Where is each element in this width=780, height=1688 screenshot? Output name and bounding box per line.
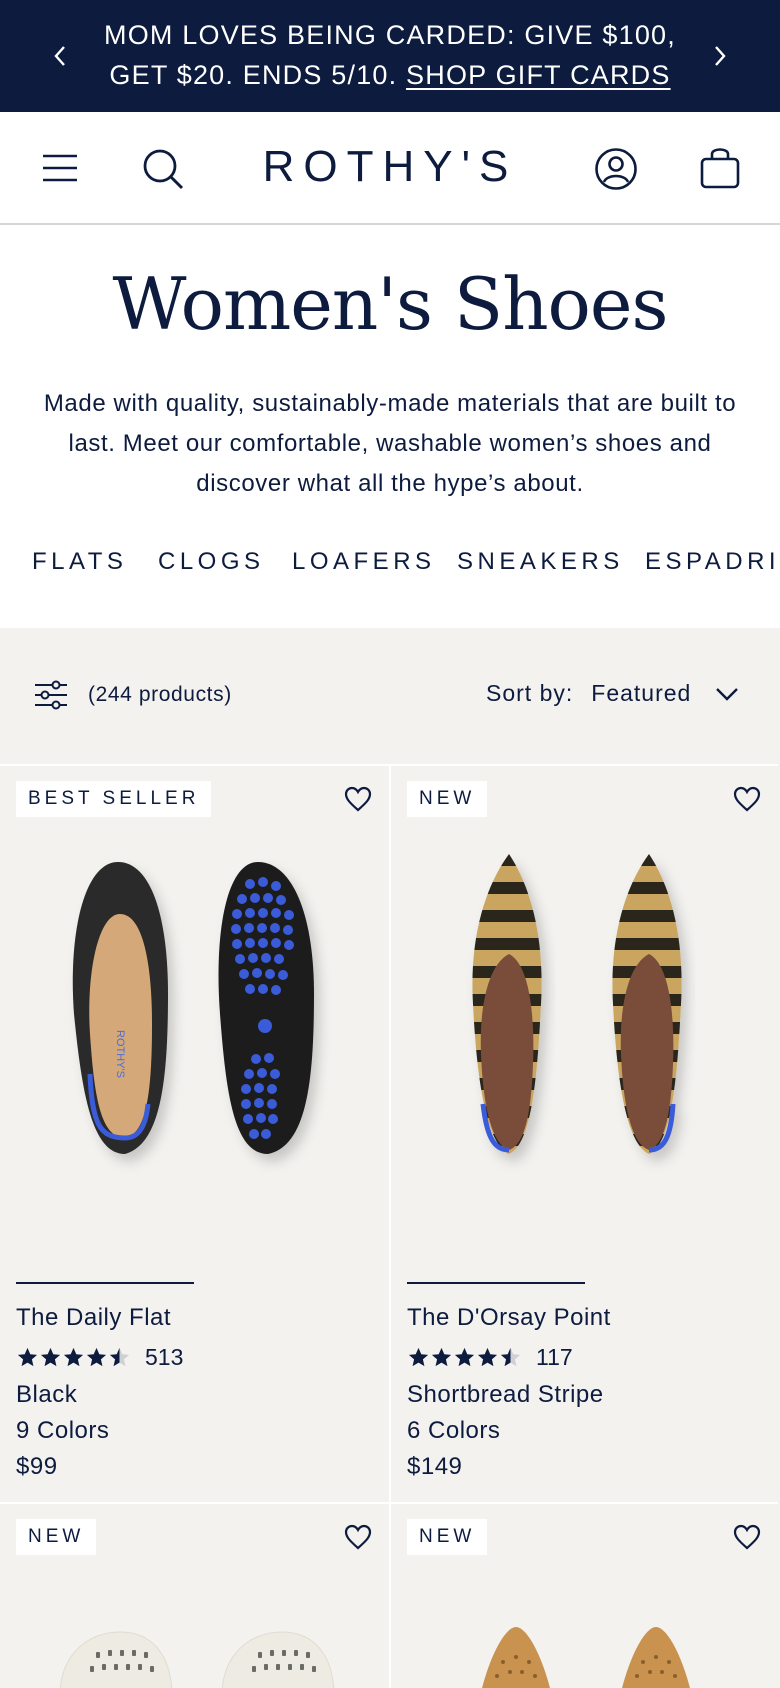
shop-gift-cards-link[interactable]: SHOP GIFT CARDS — [406, 60, 671, 90]
chevron-down-icon — [716, 687, 739, 701]
category-loafers[interactable]: LOAFERS — [292, 548, 436, 576]
product-badge: NEW — [407, 1519, 488, 1555]
search-icon — [143, 149, 184, 190]
card-rule — [16, 1282, 194, 1284]
wishlist-button[interactable] — [732, 784, 762, 814]
category-flats[interactable]: FLATS — [32, 548, 127, 576]
filter-button[interactable]: (244 products) — [34, 680, 232, 710]
site-header: ROTHY'S — [0, 112, 780, 225]
review-count: 513 — [145, 1344, 184, 1370]
account-icon — [595, 148, 637, 190]
search-button[interactable] — [140, 146, 186, 192]
category-espadrilles[interactable]: ESPADRILLES — [645, 548, 780, 576]
star-full-icon — [454, 1347, 475, 1367]
card-rule — [407, 1282, 585, 1284]
star-full-icon — [17, 1347, 38, 1367]
wishlist-button[interactable] — [343, 784, 373, 814]
product-badge: NEW — [407, 781, 488, 817]
card-divider — [0, 764, 389, 766]
product-color: Shortbread Stripe — [407, 1381, 604, 1408]
star-full-icon — [86, 1347, 107, 1367]
svg-text:ROTHY'S: ROTHY'S — [114, 1030, 126, 1078]
wishlist-button[interactable] — [343, 1522, 373, 1552]
filter-sliders-icon — [35, 680, 67, 710]
cart-icon — [700, 148, 740, 189]
product-image: ROTHY'S — [72, 862, 314, 1154]
product-badge: BEST SELLER — [16, 781, 212, 817]
page-title: Women's Shoes — [112, 262, 669, 346]
star-half-icon — [109, 1347, 130, 1367]
brand-logo[interactable]: ROTHY'S — [230, 142, 550, 192]
product-rating: 513 — [16, 1344, 183, 1371]
star-full-icon — [63, 1347, 84, 1367]
category-sneakers[interactable]: SNEAKERS — [457, 548, 624, 576]
star-full-icon — [477, 1347, 498, 1367]
heart-icon — [733, 1524, 761, 1550]
account-button[interactable] — [592, 145, 640, 193]
heart-icon — [344, 1524, 372, 1550]
star-rating — [16, 1346, 131, 1369]
filter-bar: (244 products) Sort by: Featured — [0, 628, 780, 764]
product-price: $99 — [16, 1453, 58, 1480]
product-card[interactable]: NEW — [389, 764, 778, 1502]
product-card[interactable]: NEW — [389, 1502, 778, 1688]
star-full-icon — [431, 1347, 452, 1367]
product-color-count: 9 Colors — [16, 1417, 110, 1444]
sort-label: Sort by: — [486, 680, 574, 706]
card-divider — [391, 1502, 778, 1504]
page-description: Made with quality, sustainably-made mate… — [43, 390, 737, 497]
promo-banner: MOM LOVES BEING CARDED: GIVE $100, GET $… — [0, 0, 780, 112]
star-full-icon — [40, 1347, 61, 1367]
product-card[interactable]: BEST SELLER ROTHY'S The Daily Flat 513 B… — [0, 764, 389, 1502]
cart-button[interactable] — [696, 144, 744, 192]
review-count: 117 — [536, 1344, 573, 1370]
menu-icon — [43, 154, 77, 182]
chevron-right-icon — [715, 46, 726, 66]
product-color-count: 6 Colors — [407, 1417, 501, 1444]
category-nav: FLATS CLOGS LOAFERS SNEAKERS ESPADRILLES — [0, 548, 780, 588]
product-badge: NEW — [16, 1519, 97, 1555]
promo-message: MOM LOVES BEING CARDED: GIVE $100, GET $… — [75, 15, 705, 95]
sort-dropdown[interactable]: Sort by: Featured — [486, 680, 739, 707]
product-name[interactable]: The Daily Flat — [16, 1304, 171, 1332]
product-price: $149 — [407, 1453, 463, 1480]
product-image — [482, 1627, 690, 1688]
product-card[interactable]: NEW — [0, 1502, 389, 1688]
sort-value: Featured — [591, 680, 692, 706]
chevron-left-icon — [54, 46, 65, 66]
heart-icon — [733, 786, 761, 812]
product-listing: (244 products) Sort by: Featured BEST SE… — [0, 628, 780, 1688]
product-image — [472, 854, 682, 1154]
star-half-icon — [500, 1347, 521, 1367]
heart-icon — [344, 786, 372, 812]
menu-button[interactable] — [38, 148, 82, 188]
wishlist-button[interactable] — [732, 1522, 762, 1552]
card-divider — [391, 764, 778, 766]
product-rating: 117 — [407, 1344, 573, 1371]
card-divider — [0, 1502, 389, 1504]
star-rating — [407, 1346, 522, 1369]
product-image — [59, 1631, 335, 1688]
star-full-icon — [408, 1347, 429, 1367]
product-color: Black — [16, 1381, 78, 1408]
category-clogs[interactable]: CLOGS — [158, 548, 265, 576]
product-name[interactable]: The D'Orsay Point — [407, 1304, 611, 1332]
promo-prev-button[interactable] — [40, 36, 80, 76]
product-count: (244 products) — [88, 683, 232, 706]
promo-next-button[interactable] — [700, 36, 740, 76]
